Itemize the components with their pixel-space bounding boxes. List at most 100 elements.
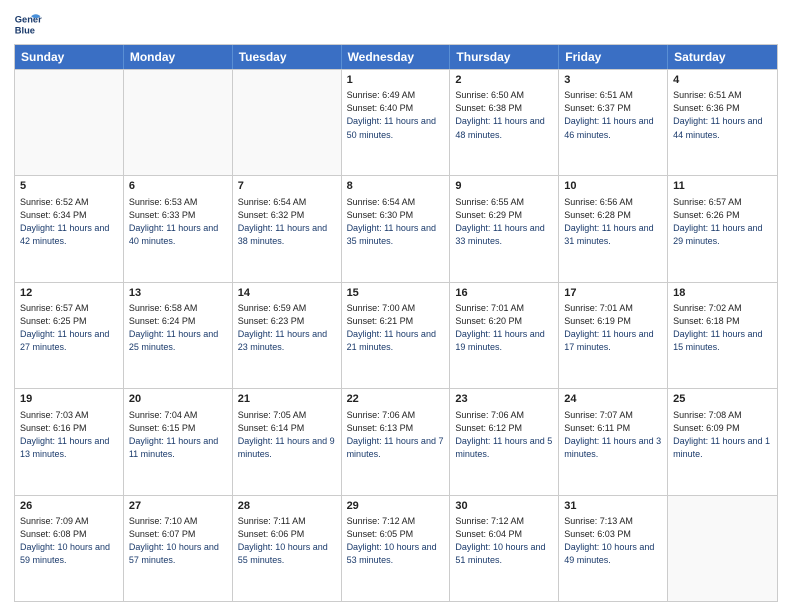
day-number: 22 [347,392,445,407]
day-number: 25 [673,392,772,407]
cal-cell: 22 Sunrise: 7:06 AMSunset: 6:13 PMDayligh… [342,389,451,494]
day-number: 15 [347,286,445,301]
cal-cell: 9Sunrise: 6:55 AMSunset: 6:29 PMDaylight… [450,176,559,281]
daylight-hours: Daylight: 11 hours and 50 minutes. [347,116,436,139]
day-number: 3 [564,73,662,88]
cell-info: Sunrise: 6:58 AMSunset: 6:24 PMDaylight:… [129,302,227,354]
cal-cell: 27Sunrise: 7:10 AMSunset: 6:07 PMDayligh… [124,496,233,601]
day-number: 19 [20,392,118,407]
weekday-header-saturday: Saturday [668,45,777,69]
cell-info: Sunrise: 7:05 AMSunset: 6:14 PMDaylight:… [238,409,336,461]
cell-info: Sunrise: 7:01 AMSunset: 6:20 PMDaylight:… [455,302,553,354]
cell-info: Sunrise: 6:54 AMSunset: 6:30 PMDaylight:… [347,196,445,248]
daylight-hours: Daylight: 11 hours and 11 minutes. [129,436,218,459]
day-number: 31 [564,499,662,514]
daylight-hours: Daylight: 11 hours and 29 minutes. [673,223,762,246]
day-number: 29 [347,499,445,514]
cell-info: Sunrise: 6:54 AMSunset: 6:32 PMDaylight:… [238,196,336,248]
weekday-header-sunday: Sunday [15,45,124,69]
cal-cell: 28Sunrise: 7:11 AMSunset: 6:06 PMDayligh… [233,496,342,601]
daylight-hours: Daylight: 11 hours and 19 minutes. [455,329,544,352]
cal-cell: 15Sunrise: 7:00 AMSunset: 6:21 PMDayligh… [342,283,451,388]
weekday-header-wednesday: Wednesday [342,45,451,69]
day-number: 10 [564,179,662,194]
cal-cell: 29Sunrise: 7:12 AMSunset: 6:05 PMDayligh… [342,496,451,601]
cal-cell: 31Sunrise: 7:13 AMSunset: 6:03 PMDayligh… [559,496,668,601]
cell-info: Sunrise: 6:53 AMSunset: 6:33 PMDaylight:… [129,196,227,248]
daylight-hours: Daylight: 11 hours and 31 minutes. [564,223,653,246]
day-number: 28 [238,499,336,514]
daylight-hours: Daylight: 11 hours and 3 minutes. [564,436,661,459]
daylight-hours: Daylight: 11 hours and 9 minutes. [238,436,335,459]
weekday-header-friday: Friday [559,45,668,69]
day-number: 4 [673,73,772,88]
daylight-hours: Daylight: 11 hours and 17 minutes. [564,329,653,352]
day-number: 26 [20,499,118,514]
daylight-hours: Daylight: 10 hours and 49 minutes. [564,542,654,565]
cal-cell: 12Sunrise: 6:57 AMSunset: 6:25 PMDayligh… [15,283,124,388]
cell-info: Sunrise: 7:13 AMSunset: 6:03 PMDaylight:… [564,515,662,567]
cell-info: Sunrise: 7:12 AMSunset: 6:04 PMDaylight:… [455,515,553,567]
cal-cell: 3Sunrise: 6:51 AMSunset: 6:37 PMDaylight… [559,70,668,175]
header: General Blue [14,10,778,38]
daylight-hours: Daylight: 11 hours and 7 minutes. [347,436,444,459]
daylight-hours: Daylight: 11 hours and 35 minutes. [347,223,436,246]
day-number: 23 [455,392,553,407]
day-number: 14 [238,286,336,301]
daylight-hours: Daylight: 11 hours and 13 minutes. [20,436,109,459]
cell-info: Sunrise: 6:51 AMSunset: 6:36 PMDaylight:… [673,89,772,141]
day-number: 27 [129,499,227,514]
cal-cell [233,70,342,175]
cell-info: Sunrise: 7:07 AMSunset: 6:11 PMDaylight:… [564,409,662,461]
day-number: 12 [20,286,118,301]
cal-cell [668,496,777,601]
calendar-body: 1Sunrise: 6:49 AMSunset: 6:40 PMDaylight… [15,69,777,601]
daylight-hours: Daylight: 10 hours and 59 minutes. [20,542,110,565]
weekday-header-thursday: Thursday [450,45,559,69]
day-number: 7 [238,179,336,194]
daylight-hours: Daylight: 11 hours and 38 minutes. [238,223,327,246]
cell-info: Sunrise: 6:55 AMSunset: 6:29 PMDaylight:… [455,196,553,248]
cal-cell: 20Sunrise: 7:04 AMSunset: 6:15 PMDayligh… [124,389,233,494]
day-number: 13 [129,286,227,301]
cell-info: Sunrise: 6:57 AMSunset: 6:25 PMDaylight:… [20,302,118,354]
page: General Blue SundayMondayTuesdayWednesda… [0,0,792,612]
daylight-hours: Daylight: 11 hours and 25 minutes. [129,329,218,352]
cal-cell: 25Sunrise: 7:08 AMSunset: 6:09 PMDayligh… [668,389,777,494]
cell-info: Sunrise: 6:57 AMSunset: 6:26 PMDaylight:… [673,196,772,248]
day-number: 24 [564,392,662,407]
cell-info: Sunrise: 6:59 AMSunset: 6:23 PMDaylight:… [238,302,336,354]
cal-row-4: 26Sunrise: 7:09 AMSunset: 6:08 PMDayligh… [15,495,777,601]
cell-info: Sunrise: 7:06 AMSunset: 6:13 PMDaylight:… [347,409,445,461]
daylight-hours: Daylight: 11 hours and 48 minutes. [455,116,544,139]
daylight-hours: Daylight: 11 hours and 15 minutes. [673,329,762,352]
daylight-hours: Daylight: 11 hours and 33 minutes. [455,223,544,246]
cal-cell: 7 Sunrise: 6:54 AMSunset: 6:32 PMDaylight… [233,176,342,281]
daylight-hours: Daylight: 11 hours and 23 minutes. [238,329,327,352]
cal-row-1: 5Sunrise: 6:52 AMSunset: 6:34 PMDaylight… [15,175,777,281]
daylight-hours: Daylight: 10 hours and 53 minutes. [347,542,437,565]
cal-cell: 11 Sunrise: 6:57 AMSunset: 6:26 PMDayligh… [668,176,777,281]
cell-info: Sunrise: 7:00 AMSunset: 6:21 PMDaylight:… [347,302,445,354]
cal-cell: 5Sunrise: 6:52 AMSunset: 6:34 PMDaylight… [15,176,124,281]
daylight-hours: Daylight: 11 hours and 1 minute. [673,436,770,459]
cal-cell: 14Sunrise: 6:59 AMSunset: 6:23 PMDayligh… [233,283,342,388]
cal-row-2: 12Sunrise: 6:57 AMSunset: 6:25 PMDayligh… [15,282,777,388]
cal-cell: 8Sunrise: 6:54 AMSunset: 6:30 PMDaylight… [342,176,451,281]
daylight-hours: Daylight: 10 hours and 51 minutes. [455,542,545,565]
cal-cell: 13Sunrise: 6:58 AMSunset: 6:24 PMDayligh… [124,283,233,388]
day-number: 11 [673,179,772,194]
daylight-hours: Daylight: 11 hours and 21 minutes. [347,329,436,352]
cell-info: Sunrise: 7:09 AMSunset: 6:08 PMDaylight:… [20,515,118,567]
day-number: 30 [455,499,553,514]
daylight-hours: Daylight: 11 hours and 40 minutes. [129,223,218,246]
cell-info: Sunrise: 6:50 AMSunset: 6:38 PMDaylight:… [455,89,553,141]
cell-info: Sunrise: 7:12 AMSunset: 6:05 PMDaylight:… [347,515,445,567]
cal-cell [124,70,233,175]
daylight-hours: Daylight: 11 hours and 46 minutes. [564,116,653,139]
logo: General Blue [14,10,46,38]
daylight-hours: Daylight: 10 hours and 57 minutes. [129,542,219,565]
cal-cell: 24 Sunrise: 7:07 AMSunset: 6:11 PMDayligh… [559,389,668,494]
cal-row-0: 1Sunrise: 6:49 AMSunset: 6:40 PMDaylight… [15,69,777,175]
weekday-header-tuesday: Tuesday [233,45,342,69]
